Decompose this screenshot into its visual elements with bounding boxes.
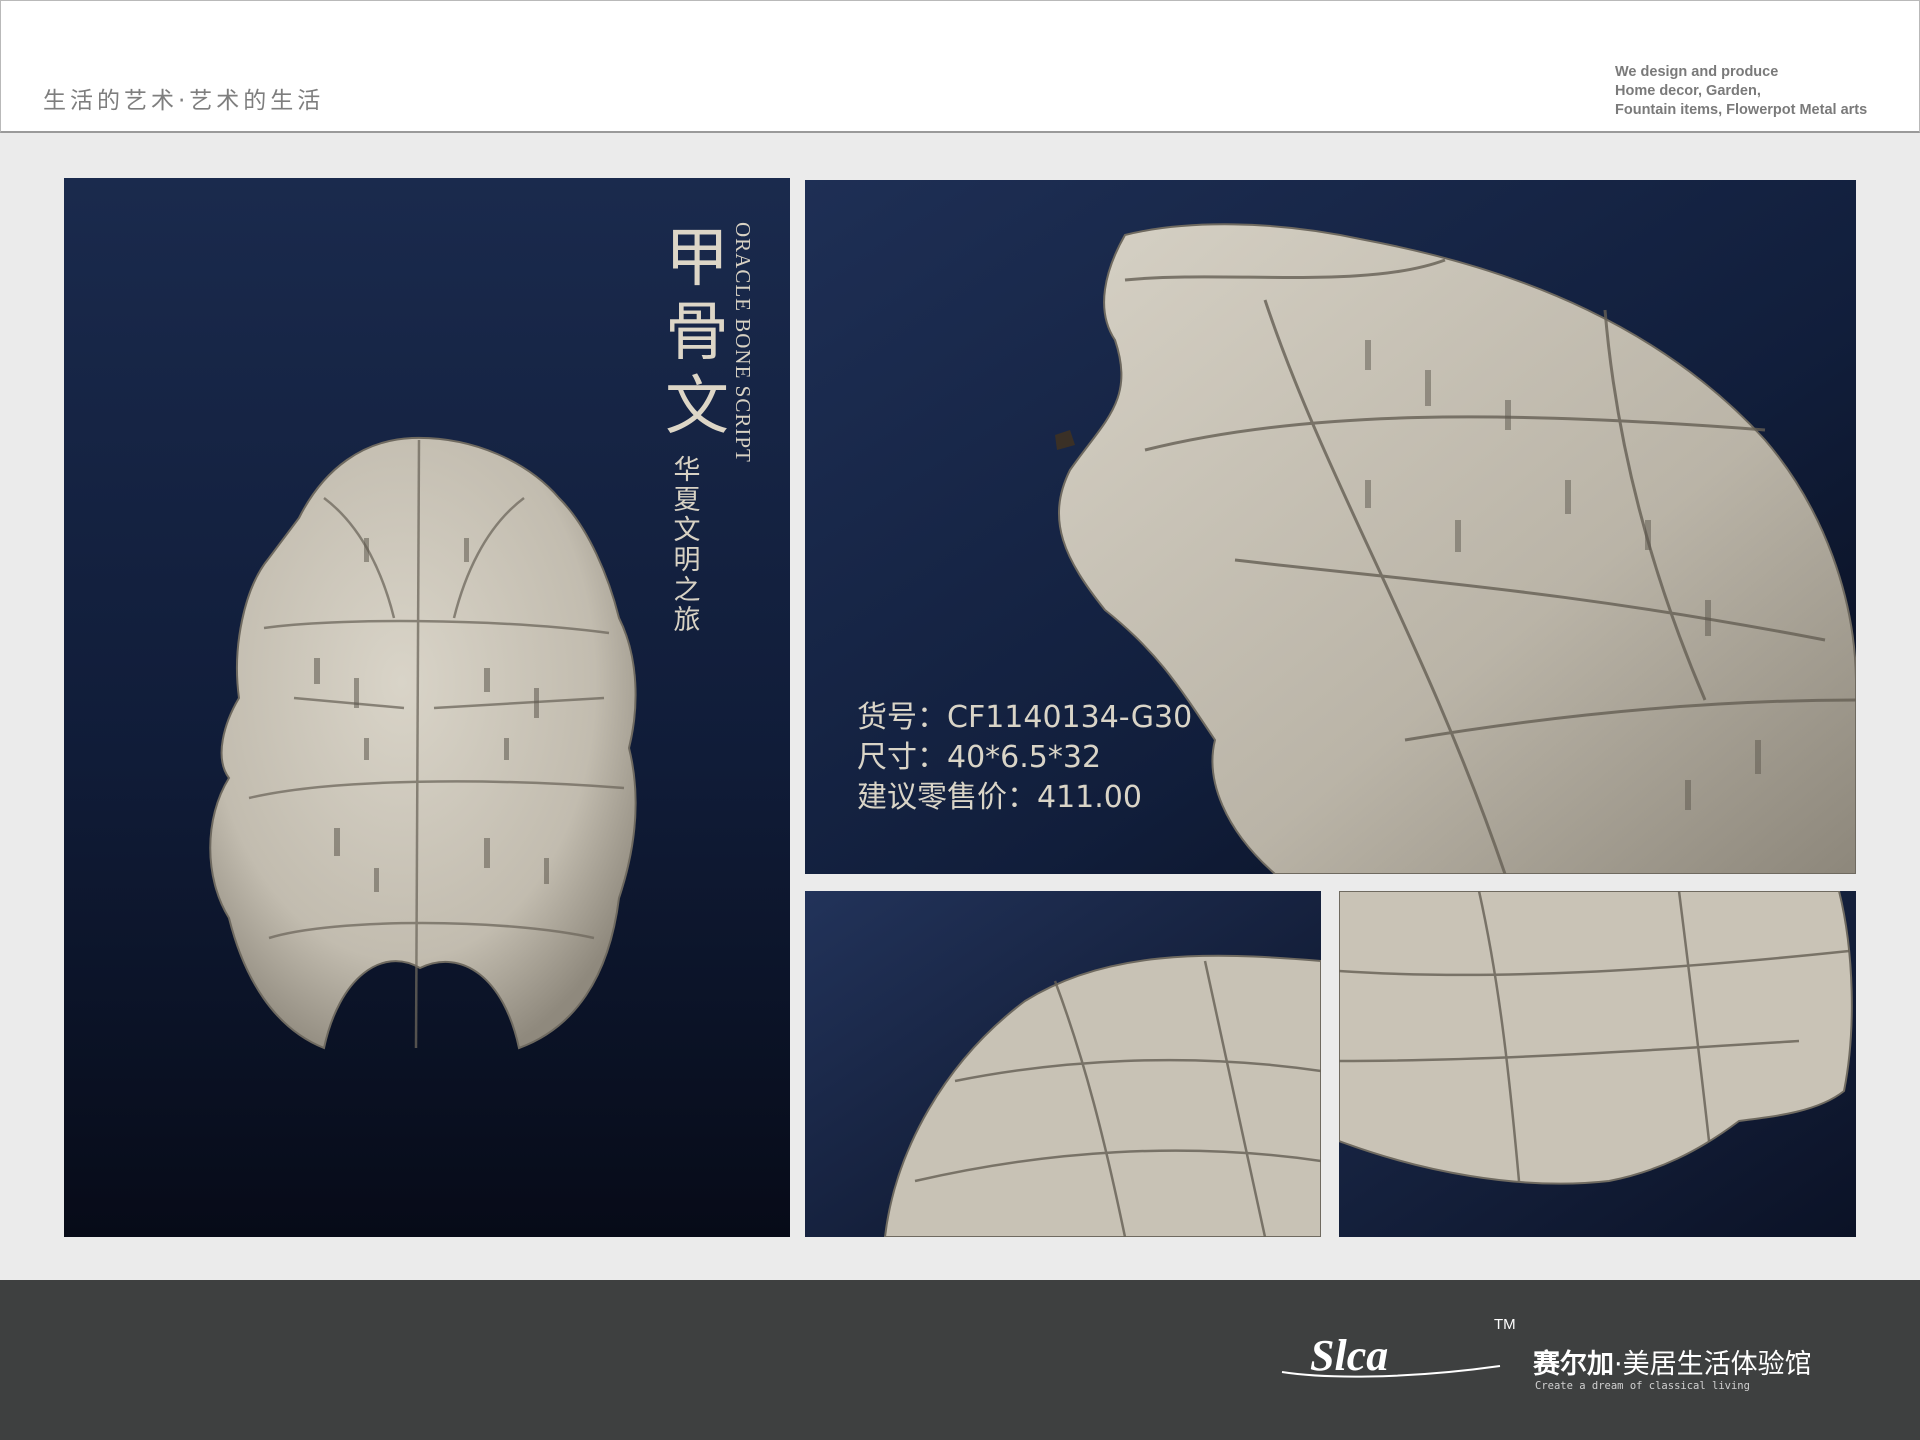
blurb-line-1: We design and produce: [1615, 64, 1779, 80]
logo-wordmark: Slca: [1310, 1336, 1388, 1380]
tagline: 生活的艺术·艺术的生活: [43, 88, 325, 114]
blurb-line-3: Fountain items, Flowerpot Metal arts: [1615, 102, 1868, 118]
brand-name-bold: 赛尔加: [1533, 1349, 1614, 1380]
subtitle-chinese: 华夏文明之旅: [673, 455, 701, 636]
closeup-photo-left: [805, 891, 1321, 1237]
slca-logo-icon: Slca: [1281, 1336, 1501, 1380]
title-english: ORACLE BONE SCRIPT: [731, 222, 755, 463]
page-footer: Slca TM 赛尔加·美居生活体验馆 Create a dream of cl…: [0, 1280, 1920, 1440]
trademark-mark: TM: [1494, 1316, 1516, 1333]
turtle-shell-detail-image-2: [1339, 891, 1856, 1237]
company-blurb: We design and produce Home decor, Garden…: [1615, 63, 1915, 120]
brand-slogan: Create a dream of classical living: [1535, 1380, 1750, 1392]
item-size: 尺寸：40*6.5*32: [857, 740, 1102, 775]
main-product-photo: 甲骨文 ORACLE BONE SCRIPT 华夏文明之旅: [64, 178, 790, 1237]
closeup-photo-large: 货号：CF1140134-G30 尺寸：40*6.5*32 建议零售价：411.…: [805, 180, 1856, 874]
closeup-photo-right: [1339, 891, 1856, 1237]
item-number: 货号：CF1140134-G30: [857, 700, 1193, 735]
blurb-line-2: Home decor, Garden,: [1615, 83, 1761, 99]
brand-name-rest: ·美居生活体验馆: [1614, 1349, 1812, 1380]
product-info: 货号：CF1140134-G30 尺寸：40*6.5*32 建议零售价：411.…: [857, 698, 1192, 818]
item-price: 建议零售价：411.00: [857, 780, 1142, 815]
page-header: 生活的艺术·艺术的生活 We design and produce Home d…: [0, 0, 1920, 133]
brand-name: 赛尔加·美居生活体验馆: [1533, 1342, 1812, 1381]
turtle-shell-detail-image-1: [805, 891, 1321, 1237]
title-chinese: 甲骨文: [665, 222, 729, 444]
